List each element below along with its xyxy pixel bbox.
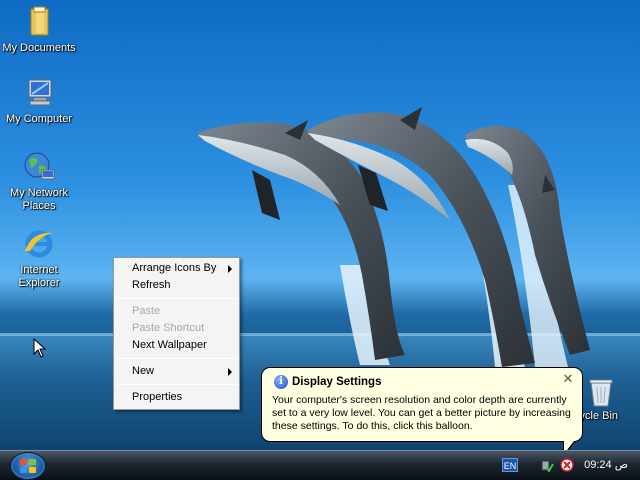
wallpaper-dolphins xyxy=(198,107,590,367)
menu-item-arrange-icons-by[interactable]: Arrange Icons By xyxy=(114,260,239,277)
security-alert-icon[interactable] xyxy=(560,458,574,472)
folder-icon xyxy=(22,5,56,39)
menu-separator xyxy=(116,298,237,299)
mouse-cursor xyxy=(33,338,47,358)
info-icon: i xyxy=(274,375,288,389)
display-settings-balloon[interactable]: i Display Settings ✕ Your computer's scr… xyxy=(261,367,583,442)
menu-item-label: Properties xyxy=(132,391,183,403)
desktop-icon-my-documents[interactable]: My Documents xyxy=(0,5,78,55)
desktop-icon-label: My Computer xyxy=(5,113,73,125)
system-tray: EN 09:24 ص xyxy=(500,450,640,480)
menu-item-label: Next Wallpaper xyxy=(132,339,207,351)
menu-item-properties[interactable]: Properties xyxy=(114,389,239,406)
language-indicator[interactable]: EN xyxy=(502,458,518,472)
taskbar-clock[interactable]: 09:24 ص xyxy=(584,450,628,480)
menu-item-next-wallpaper[interactable]: Next Wallpaper xyxy=(114,337,239,354)
menu-item-label: Arrange Icons By xyxy=(132,262,217,274)
menu-item-label: Refresh xyxy=(132,279,171,291)
menu-item-label: New xyxy=(132,365,155,377)
desktop-icon-internet-explorer[interactable]: Internet Explorer xyxy=(0,227,78,290)
desktop-icon-my-network-places[interactable]: My Network Places xyxy=(0,150,78,213)
menu-item-label: Paste xyxy=(132,305,161,317)
desktop-icon-label: Internet Explorer xyxy=(18,264,60,289)
recycle-bin-icon xyxy=(588,377,614,407)
balloon-message: Your computer's screen resolution and co… xyxy=(272,394,571,432)
menu-separator xyxy=(116,384,237,385)
menu-separator xyxy=(116,358,237,359)
menu-item-paste-shortcut: Paste Shortcut xyxy=(114,320,239,337)
safely-remove-hardware-icon[interactable] xyxy=(540,458,554,472)
computer-icon xyxy=(22,76,56,110)
menu-item-new[interactable]: New xyxy=(114,363,239,380)
menu-item-paste: Paste xyxy=(114,303,239,320)
windows-flag-icon xyxy=(20,459,37,474)
balloon-title-text: Display Settings xyxy=(292,376,382,388)
balloon-close-button[interactable]: ✕ xyxy=(561,372,575,386)
menu-item-refresh[interactable]: Refresh xyxy=(114,277,239,294)
network-globe-icon xyxy=(22,150,56,184)
submenu-arrow-icon xyxy=(228,265,232,273)
internet-explorer-icon xyxy=(22,227,56,261)
submenu-arrow-icon xyxy=(228,368,232,376)
desktop-icon-label: My Network Places xyxy=(9,187,69,212)
menu-item-label: Paste Shortcut xyxy=(132,322,205,334)
desktop-icon-recycle-bin[interactable]: cycle Bin xyxy=(574,377,640,423)
balloon-title: i Display Settings xyxy=(272,374,574,390)
desktop-icon-label: cycle Bin xyxy=(574,410,619,422)
desktop[interactable]: My Documents My Computer My Network Plac xyxy=(0,0,640,450)
desktop-context-menu: Arrange Icons By Refresh Paste Paste Sho… xyxy=(113,257,240,410)
desktop-icon-my-computer[interactable]: My Computer xyxy=(0,76,78,126)
start-button[interactable] xyxy=(10,452,46,480)
desktop-icon-label: My Documents xyxy=(2,42,76,54)
